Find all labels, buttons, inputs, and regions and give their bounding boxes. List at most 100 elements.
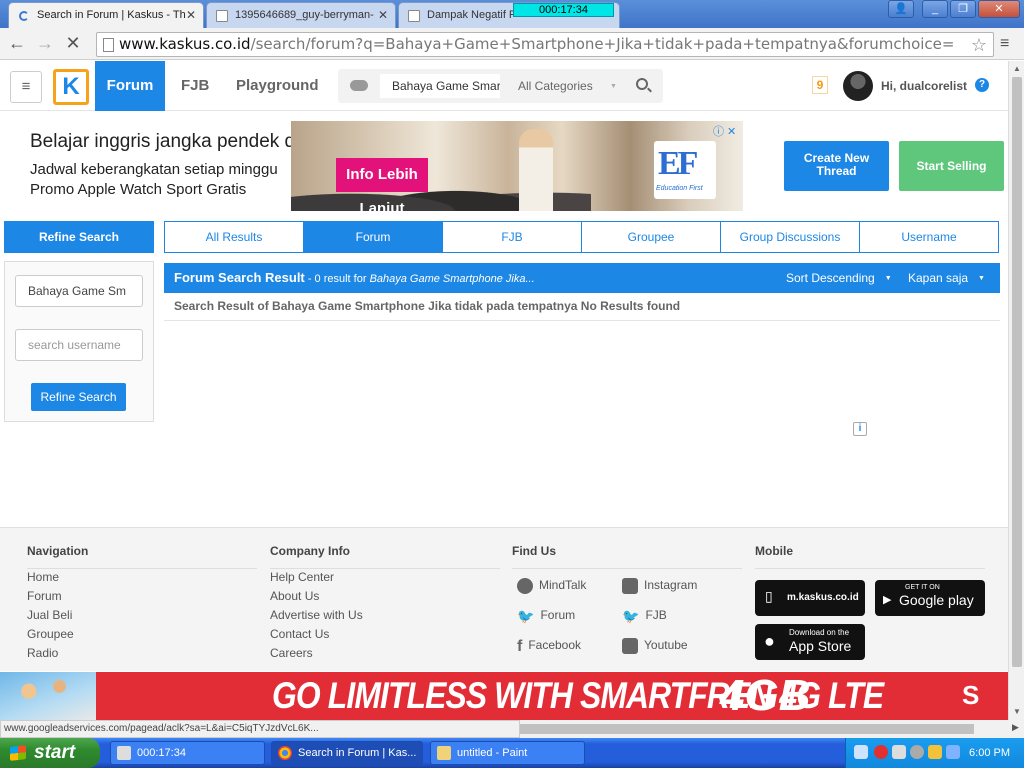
find-label: Instagram bbox=[644, 578, 698, 593]
footer-divider bbox=[512, 568, 742, 569]
minimize-button[interactable]: _ bbox=[922, 0, 948, 18]
ef-logo: EF Education First bbox=[654, 141, 716, 199]
help-icon[interactable]: ? bbox=[975, 78, 989, 92]
refine-query-input[interactable]: Bahaya Game Sm bbox=[15, 275, 143, 307]
footer-link-help-center[interactable]: Help Center bbox=[270, 570, 363, 584]
close-tab-icon[interactable]: ✕ bbox=[186, 8, 196, 22]
task-label: untitled - Paint bbox=[457, 747, 528, 759]
avatar[interactable] bbox=[843, 71, 873, 101]
clock: 6:00 PM bbox=[969, 747, 1010, 759]
search-input[interactable]: Bahaya Game Smar bbox=[380, 74, 500, 98]
nav-playground[interactable]: Playground bbox=[236, 61, 319, 111]
ad-cta-button[interactable]: Info Lebih Lanjut bbox=[336, 158, 428, 211]
scrollbar-thumb[interactable] bbox=[1012, 77, 1022, 667]
horizontal-scrollbar[interactable]: ▶ bbox=[520, 720, 1024, 738]
nav-fjb[interactable]: FJB bbox=[181, 61, 209, 111]
time-filter-dropdown[interactable]: Kapan saja ▼ bbox=[908, 263, 985, 294]
close-tab-icon[interactable]: ✕ bbox=[378, 8, 388, 22]
google-play-badge[interactable]: GET IT ON ▶ Google play bbox=[875, 580, 985, 616]
kaskus-logo[interactable]: K bbox=[53, 69, 89, 105]
tab-title: 1395646689_guy-berryman- bbox=[235, 9, 374, 21]
hamburger-menu-icon[interactable]: ≡ bbox=[10, 71, 42, 103]
find-forum-twitter[interactable]: 🐦 Forum bbox=[517, 608, 575, 624]
create-thread-button[interactable]: Create New Thread bbox=[784, 141, 889, 191]
tab-forum[interactable]: Forum bbox=[304, 222, 443, 252]
footer-link-groupee[interactable]: Groupee bbox=[27, 627, 88, 641]
scrollbar-thumb[interactable] bbox=[520, 724, 974, 734]
antivirus-icon[interactable] bbox=[874, 745, 888, 759]
notification-badge[interactable]: 9 bbox=[812, 76, 828, 94]
search-icon[interactable] bbox=[636, 78, 648, 90]
back-button[interactable]: ← bbox=[7, 34, 27, 54]
username-input[interactable]: search username bbox=[15, 329, 143, 361]
footer-link-radio[interactable]: Radio bbox=[27, 646, 88, 660]
task-chrome[interactable]: Search in Forum | Kas... bbox=[271, 741, 423, 765]
adchoices-icon[interactable]: ⓘ ✕ bbox=[713, 123, 741, 138]
scroll-right-icon[interactable]: ▶ bbox=[1012, 722, 1019, 733]
footer-link-forum[interactable]: Forum bbox=[27, 589, 88, 603]
nav-forum[interactable]: Forum bbox=[95, 61, 165, 111]
tray-app-icon[interactable] bbox=[910, 745, 924, 759]
start-label: start bbox=[34, 742, 76, 763]
ad-photo bbox=[0, 672, 96, 720]
footer-link-careers[interactable]: Careers bbox=[270, 646, 363, 660]
gplay-top-label: GET IT ON bbox=[905, 584, 940, 591]
windows-flag-icon bbox=[10, 745, 26, 761]
tab-group-discussions[interactable]: Group Discussions bbox=[721, 222, 860, 252]
tab-all-results[interactable]: All Results bbox=[165, 222, 304, 252]
result-count: - 0 result for bbox=[304, 273, 370, 285]
ad-info-icon[interactable]: i bbox=[853, 422, 867, 436]
footer-link-advertise[interactable]: Advertise with Us bbox=[270, 608, 363, 622]
vertical-scrollbar[interactable]: ▲ ▼ bbox=[1008, 61, 1024, 720]
find-facebook[interactable]: f Facebook bbox=[517, 638, 581, 655]
start-selling-button[interactable]: Start Selling bbox=[899, 141, 1004, 191]
mindtalk-icon bbox=[517, 578, 533, 594]
forward-button[interactable]: → bbox=[35, 34, 55, 54]
scroll-down-icon[interactable]: ▼ bbox=[1013, 707, 1021, 716]
address-bar[interactable]: www.kaskus.co.id/search/forum?q=Bahaya+G… bbox=[96, 32, 994, 57]
chevron-down-icon: ▼ bbox=[884, 274, 892, 282]
bookmark-star-icon[interactable]: ☆ bbox=[971, 34, 987, 56]
tab-fjb[interactable]: FJB bbox=[443, 222, 582, 252]
category-select[interactable]: All Categories bbox=[518, 69, 593, 103]
ef-ad-banner[interactable]: Belajar inggris jangka pendek di Luar Ne… bbox=[14, 121, 743, 211]
status-bar: www.googleadservices.com/pagead/aclk?sa=… bbox=[0, 720, 520, 738]
user-greeting[interactable]: Hi, dualcorelist bbox=[881, 61, 967, 111]
close-window-button[interactable]: ✕ bbox=[978, 0, 1020, 18]
task-timer[interactable]: 000:17:34 bbox=[110, 741, 265, 765]
task-paint[interactable]: untitled - Paint bbox=[430, 741, 585, 765]
app-store-badge[interactable]: ● Download on the App Store bbox=[755, 624, 865, 660]
tab-username[interactable]: Username bbox=[860, 222, 998, 252]
find-youtube[interactable]: Youtube bbox=[622, 638, 688, 654]
tab-guy-berryman[interactable]: 1395646689_guy-berryman- ✕ bbox=[206, 2, 396, 28]
footer-link-home[interactable]: Home bbox=[27, 570, 88, 584]
footer-mobile: Mobile bbox=[755, 544, 985, 570]
appstore-top-label: Download on the bbox=[789, 628, 850, 637]
chat-icon[interactable] bbox=[350, 80, 368, 91]
youtube-icon bbox=[622, 638, 638, 654]
no-results-message: Search Result of Bahaya Game Smartphone … bbox=[164, 293, 1000, 321]
footer-link-contact-us[interactable]: Contact Us bbox=[270, 627, 363, 641]
find-mindtalk[interactable]: MindTalk bbox=[517, 578, 586, 594]
scroll-up-icon[interactable]: ▲ bbox=[1013, 64, 1021, 73]
tray-app-icon[interactable] bbox=[892, 745, 906, 759]
network-icon[interactable] bbox=[854, 745, 868, 759]
footer-link-jual-beli[interactable]: Jual Beli bbox=[27, 608, 88, 622]
smartfren-ad-banner[interactable]: GO LIMITLESS WITH SMARTFREN 4G LTE 4GB S bbox=[0, 672, 1008, 720]
mkaskus-badge[interactable]: ▯ m.kaskus.co.id bbox=[755, 580, 865, 616]
stop-button[interactable]: ✕ bbox=[63, 34, 83, 54]
twitter-icon: 🐦 bbox=[622, 608, 640, 624]
refine-search-button[interactable]: Refine Search bbox=[31, 383, 126, 411]
sort-dropdown[interactable]: Sort Descending ▼ bbox=[786, 263, 892, 294]
find-instagram[interactable]: Instagram bbox=[622, 578, 697, 594]
start-button[interactable]: start bbox=[0, 738, 100, 768]
user-icon[interactable]: 👤 bbox=[888, 0, 914, 18]
maximize-button[interactable]: ❐ bbox=[950, 0, 976, 18]
footer-link-about-us[interactable]: About Us bbox=[270, 589, 363, 603]
tab-kaskus-search[interactable]: Search in Forum | Kaskus - Th ✕ bbox=[8, 2, 204, 29]
tab-groupee[interactable]: Groupee bbox=[582, 222, 721, 252]
warning-icon[interactable] bbox=[928, 745, 942, 759]
browser-menu-icon[interactable]: ≡ bbox=[1000, 35, 1016, 53]
find-fjb-twitter[interactable]: 🐦 FJB bbox=[622, 608, 667, 624]
volume-icon[interactable] bbox=[946, 745, 960, 759]
